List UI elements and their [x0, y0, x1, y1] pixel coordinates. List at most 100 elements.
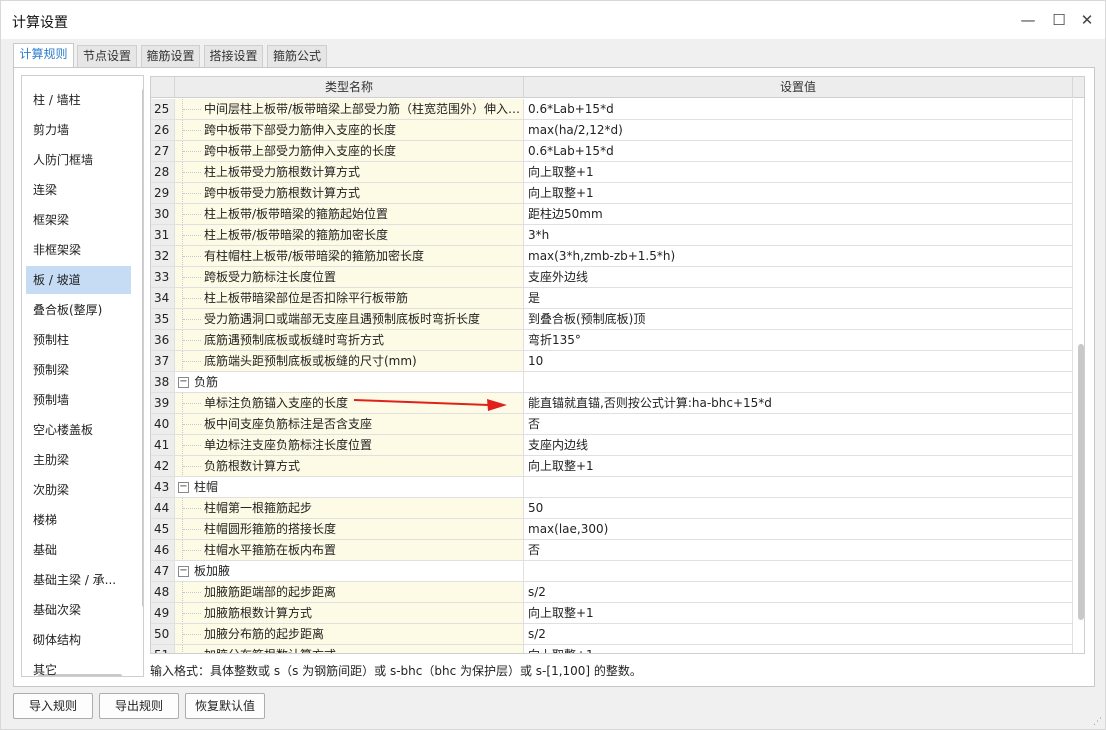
- restore-defaults-button[interactable]: 恢复默认值: [185, 693, 265, 719]
- setting-value-cell[interactable]: 向上取整+1: [524, 603, 1073, 624]
- table-row[interactable]: 36 底筋遇预制底板或板缝时弯折方式 弯折135°: [151, 330, 1084, 351]
- setting-value-cell[interactable]: 能直锚就直锚,否则按公式计算:ha-bhc+15*d: [524, 393, 1073, 414]
- tab-calc-rules[interactable]: 计算规则: [13, 43, 74, 68]
- collapse-icon[interactable]: −: [178, 566, 189, 577]
- setting-value-cell[interactable]: s/2: [524, 582, 1073, 603]
- sidebar-item[interactable]: 砌体结构: [26, 626, 131, 654]
- sidebar-item[interactable]: 框架梁: [26, 206, 131, 234]
- type-name-cell: 柱上板带/板带暗梁的箍筋起始位置: [175, 204, 524, 225]
- sidebar-item[interactable]: 人防门框墙: [26, 146, 131, 174]
- grid-scrollbar[interactable]: [1078, 344, 1084, 620]
- table-row[interactable]: 39 单标注负筋锚入支座的长度 能直锚就直锚,否则按公式计算:ha-bhc+15*d: [151, 393, 1084, 414]
- table-row[interactable]: 48 加腋筋距端部的起步距离 s/2: [151, 582, 1084, 603]
- sidebar-item[interactable]: 预制梁: [26, 356, 131, 384]
- sidebar-item[interactable]: 板 / 坡道: [26, 266, 131, 294]
- setting-value-cell[interactable]: max(3*h,zmb-zb+1.5*h): [524, 246, 1073, 267]
- tab-stirrup-settings[interactable]: 箍筋设置: [141, 45, 200, 67]
- import-rules-button[interactable]: 导入规则: [13, 693, 93, 719]
- table-row[interactable]: 25 中间层柱上板带/板带暗梁上部受力筋（柱宽范围外）伸入支座的长度0.6*Lab…: [151, 99, 1084, 120]
- table-row[interactable]: 40 板中间支座负筋标注是否含支座 否: [151, 414, 1084, 435]
- table-row[interactable]: 27 跨中板带上部受力筋伸入支座的长度 0.6*Lab+15*d: [151, 141, 1084, 162]
- tab-node-settings[interactable]: 节点设置: [77, 45, 137, 67]
- collapse-icon[interactable]: −: [178, 377, 189, 388]
- setting-value-cell[interactable]: 向上取整+1: [524, 645, 1073, 653]
- sidebar-item[interactable]: 主肋梁: [26, 446, 131, 474]
- table-row[interactable]: 35 受力筋遇洞口或端部无支座且遇预制底板时弯折长度 到叠合板(预制底板)顶: [151, 309, 1084, 330]
- sidebar-item[interactable]: 楼梯: [26, 506, 131, 534]
- table-row[interactable]: 26 跨中板带下部受力筋伸入支座的长度 max(ha/2,12*d): [151, 120, 1084, 141]
- setting-value-cell[interactable]: max(ha/2,12*d): [524, 120, 1073, 141]
- setting-value-cell[interactable]: s/2: [524, 624, 1073, 645]
- sidebar-item[interactable]: 柱 / 墙柱: [26, 86, 131, 114]
- collapse-icon[interactable]: −: [178, 482, 189, 493]
- sidebar-item[interactable]: 基础次梁: [26, 596, 131, 624]
- table-row[interactable]: 29 跨中板带受力筋根数计算方式 向上取整+1: [151, 183, 1084, 204]
- group-row[interactable]: 43− 柱帽: [151, 477, 1084, 498]
- column-header-type-name[interactable]: 类型名称: [175, 77, 524, 98]
- sidebar-item[interactable]: 其它: [26, 656, 131, 676]
- setting-value-cell[interactable]: 支座内边线: [524, 435, 1073, 456]
- tab-lap-settings[interactable]: 搭接设置: [204, 45, 263, 67]
- table-row[interactable]: 50 加腋分布筋的起步距离 s/2: [151, 624, 1084, 645]
- sidebar-item[interactable]: 叠合板(整厚): [26, 296, 131, 324]
- table-row[interactable]: 51 加腋分布筋根数计算方式 向上取整+1: [151, 645, 1084, 653]
- sidebar-item[interactable]: 空心楼盖板: [26, 416, 131, 444]
- input-format-hint: 输入格式：具体整数或 s（s 为钢筋间距）或 s-bhc（bhc 为保护层）或 …: [150, 664, 642, 678]
- sidebar-scrollbar[interactable]: [142, 88, 143, 608]
- close-icon[interactable]: ✕: [1076, 9, 1098, 31]
- tree-connector-branch: [183, 340, 201, 341]
- sidebar-item[interactable]: 基础主梁 / 承...: [26, 566, 131, 594]
- minimize-icon[interactable]: —: [1017, 9, 1039, 31]
- setting-value-cell[interactable]: 向上取整+1: [524, 456, 1073, 477]
- sidebar-item[interactable]: 次肋梁: [26, 476, 131, 504]
- group-row[interactable]: 47− 板加腋: [151, 561, 1084, 582]
- table-row[interactable]: 44 柱帽第一根箍筋起步 50: [151, 498, 1084, 519]
- sidebar-item[interactable]: 连梁: [26, 176, 131, 204]
- setting-value-cell[interactable]: 3*h: [524, 225, 1073, 246]
- sidebar-item[interactable]: 预制墙: [26, 386, 131, 414]
- setting-value-cell[interactable]: 弯折135°: [524, 330, 1073, 351]
- tree-connector-branch: [183, 319, 201, 320]
- tab-stirrup-formula[interactable]: 箍筋公式: [267, 45, 327, 67]
- type-name-label: 柱帽第一根箍筋起步: [204, 501, 313, 515]
- table-row[interactable]: 28 柱上板带受力筋根数计算方式 向上取整+1: [151, 162, 1084, 183]
- table-row[interactable]: 32 有柱帽柱上板带/板带暗梁的箍筋加密长度 max(3*h,zmb-zb+1.5*…: [151, 246, 1084, 267]
- setting-value-cell[interactable]: 10: [524, 351, 1073, 372]
- setting-value-cell[interactable]: 50: [524, 498, 1073, 519]
- table-row[interactable]: 31 柱上板带/板带暗梁的箍筋加密长度 3*h: [151, 225, 1084, 246]
- table-row[interactable]: 49 加腋筋根数计算方式 向上取整+1: [151, 603, 1084, 624]
- type-name-label: 跨中板带受力筋根数计算方式: [204, 186, 361, 200]
- setting-value-cell[interactable]: 到叠合板(预制底板)顶: [524, 309, 1073, 330]
- setting-value-cell[interactable]: 支座外边线: [524, 267, 1073, 288]
- column-header-value[interactable]: 设置值: [524, 77, 1073, 98]
- setting-value-cell: [524, 372, 1073, 393]
- table-row[interactable]: 37 底筋端头距预制底板或板缝的尺寸(mm) 10: [151, 351, 1084, 372]
- setting-value-cell[interactable]: 是: [524, 288, 1073, 309]
- setting-value-cell[interactable]: 向上取整+1: [524, 162, 1073, 183]
- setting-value-cell[interactable]: 距柱边50mm: [524, 204, 1073, 225]
- setting-value-cell[interactable]: 否: [524, 414, 1073, 435]
- tab-content-panel: 柱 / 墙柱 剪力墙 人防门框墙 连梁 框架梁 非框架梁板 / 坡道 叠合板(整厚) 预制柱预…: [13, 67, 1095, 687]
- setting-value-cell[interactable]: 0.6*Lab+15*d: [524, 141, 1073, 162]
- table-row[interactable]: 45 柱帽圆形箍筋的搭接长度 max(lae,300): [151, 519, 1084, 540]
- type-name-label: 底筋端头距预制底板或板缝的尺寸(mm): [204, 354, 417, 368]
- sidebar-item[interactable]: 预制柱: [26, 326, 131, 354]
- table-row[interactable]: 33 跨板受力筋标注长度位置 支座外边线: [151, 267, 1084, 288]
- setting-value-cell[interactable]: 0.6*Lab+15*d: [524, 99, 1073, 120]
- table-row[interactable]: 41 单边标注支座负筋标注长度位置 支座内边线: [151, 435, 1084, 456]
- sidebar-item[interactable]: 非框架梁: [26, 236, 131, 264]
- group-row[interactable]: 38− 负筋: [151, 372, 1084, 393]
- sidebar-item[interactable]: 基础: [26, 536, 131, 564]
- resize-grip-icon[interactable]: ⋰: [1093, 717, 1102, 727]
- row-number: 49: [151, 603, 175, 624]
- table-row[interactable]: 34 柱上板带暗梁部位是否扣除平行板带筋 是: [151, 288, 1084, 309]
- export-rules-button[interactable]: 导出规则: [99, 693, 179, 719]
- setting-value-cell[interactable]: 向上取整+1: [524, 183, 1073, 204]
- setting-value-cell[interactable]: 否: [524, 540, 1073, 561]
- setting-value-cell[interactable]: max(lae,300): [524, 519, 1073, 540]
- maximize-icon[interactable]: ☐: [1048, 9, 1070, 31]
- sidebar-item[interactable]: 剪力墙: [26, 116, 131, 144]
- table-row[interactable]: 46 柱帽水平箍筋在板内布置 否: [151, 540, 1084, 561]
- table-row[interactable]: 42 负筋根数计算方式 向上取整+1: [151, 456, 1084, 477]
- table-row[interactable]: 30 柱上板带/板带暗梁的箍筋起始位置 距柱边50mm: [151, 204, 1084, 225]
